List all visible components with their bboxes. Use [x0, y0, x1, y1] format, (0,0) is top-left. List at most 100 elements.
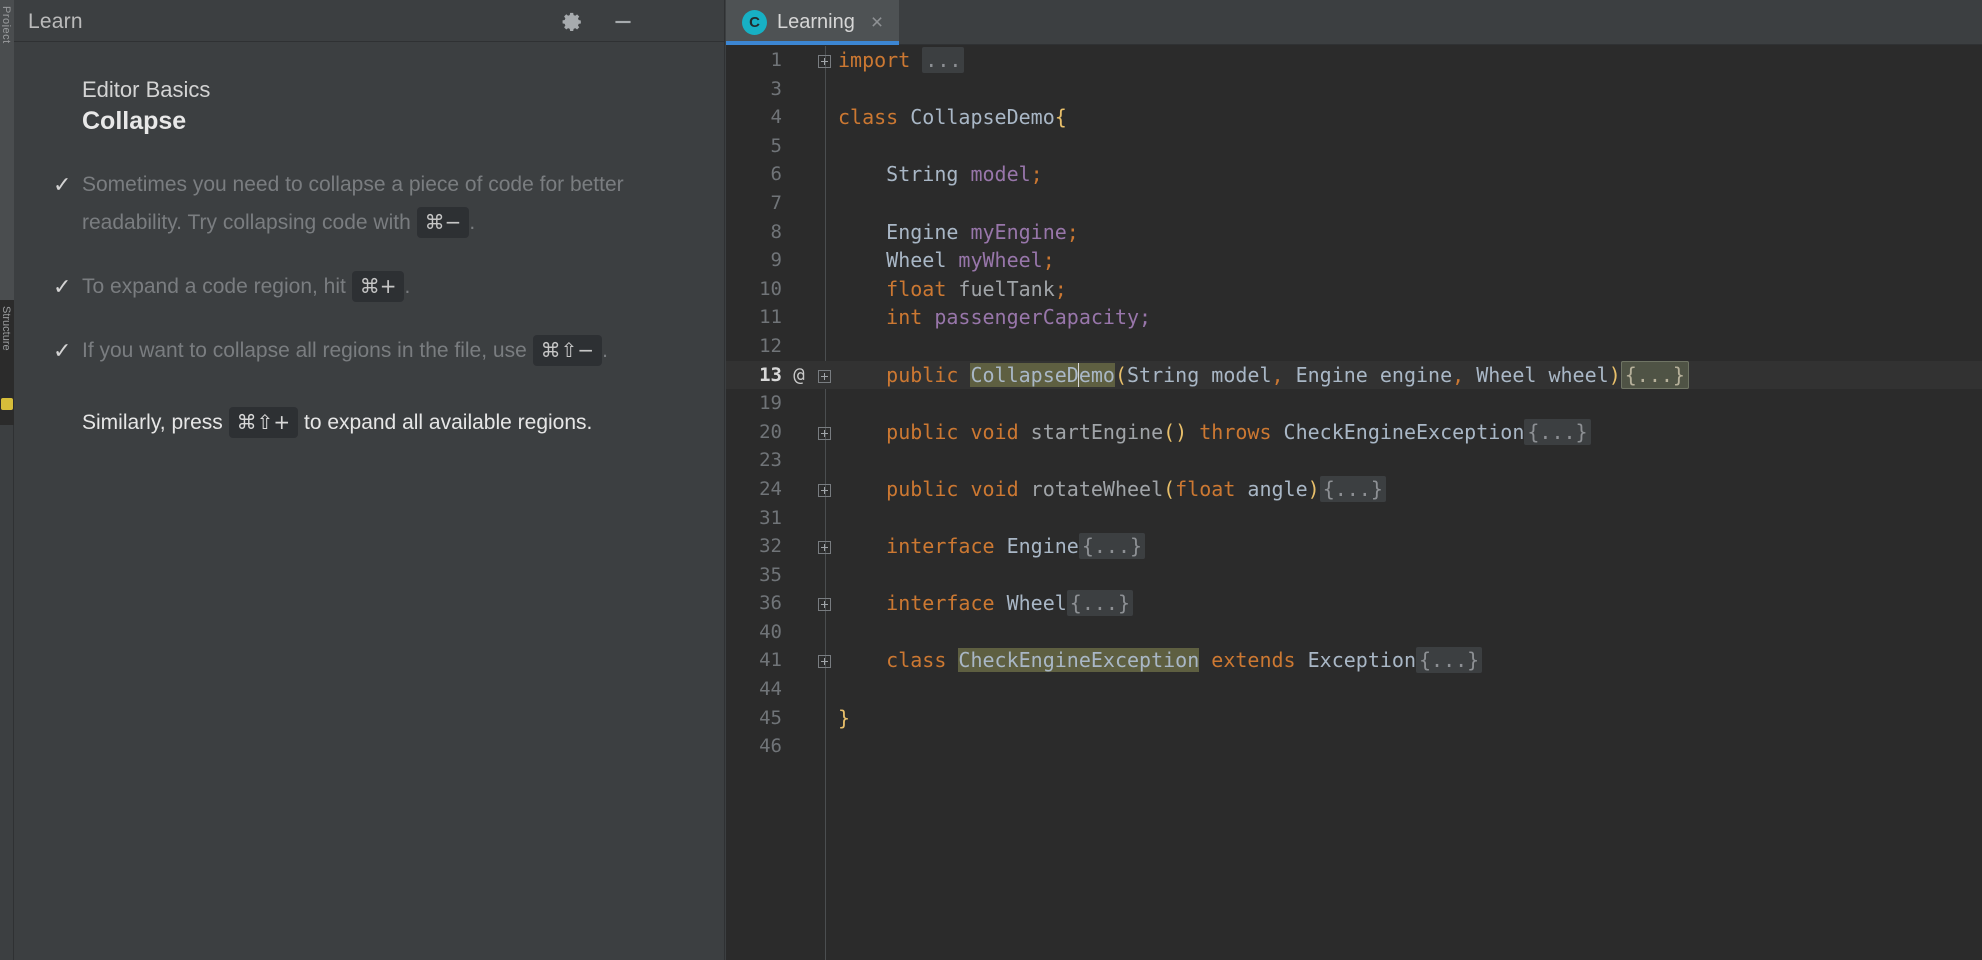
code-text: int passengerCapacity;	[838, 303, 1151, 332]
code-line[interactable]: 44	[726, 675, 1982, 704]
code-token: CollapseDemo	[898, 105, 1055, 130]
editor-tab-learning[interactable]: C Learning ×	[726, 0, 900, 45]
code-line[interactable]: 12	[726, 332, 1982, 361]
code-token: emo	[1078, 362, 1115, 387]
stripe-tab-structure[interactable]: Structure	[2, 306, 12, 396]
code-line[interactable]: 9 Wheel myWheel;	[726, 246, 1982, 275]
code-token: {...}	[1319, 475, 1386, 502]
code-token: rotateWheel	[1018, 476, 1164, 501]
line-number: 23	[759, 449, 782, 472]
code-line[interactable]: 6 String model;	[726, 160, 1982, 189]
code-token: public void	[838, 476, 1019, 501]
code-token: class	[838, 105, 899, 130]
code-line[interactable]: 3	[726, 75, 1982, 104]
lesson-title: Collapse	[82, 107, 187, 135]
check-icon: ✓	[53, 338, 72, 363]
line-number: 35	[759, 563, 782, 586]
code-token: Exception	[1295, 648, 1416, 673]
code-text: public void startEngine() throws CheckEn…	[838, 418, 1591, 447]
fold-expand-icon[interactable]	[818, 598, 831, 612]
fold-expand-icon[interactable]	[818, 483, 831, 497]
fold-expand-icon[interactable]	[818, 426, 831, 440]
final-note: Similarly, press ⌘⇧+ to expand all avail…	[82, 404, 691, 442]
code-line[interactable]: 41 class CheckEngineException extends Ex…	[726, 646, 1982, 675]
code-token: Wheel	[994, 591, 1067, 616]
task-shortcut: ⌘+	[351, 271, 405, 302]
check-icon: ✓	[53, 172, 72, 197]
code-line[interactable]: 23	[726, 446, 1982, 475]
code-token: (	[1114, 362, 1128, 387]
line-number: 19	[759, 392, 782, 415]
code-line[interactable]: 5	[726, 132, 1982, 161]
code-text: interface Wheel {...}	[838, 589, 1134, 618]
code-token: myEngine	[970, 219, 1067, 244]
fold-expand-icon[interactable]	[818, 369, 831, 383]
code-token: passengerCapacity	[922, 305, 1140, 330]
task-text: .	[469, 211, 476, 234]
code-line[interactable]: 4 class CollapseDemo{	[726, 103, 1982, 132]
code-line[interactable]: 19	[726, 389, 1982, 418]
task-text: To expand a code region, hit	[82, 275, 352, 298]
code-line[interactable]: 40	[726, 618, 1982, 647]
line-number: 46	[759, 735, 782, 758]
code-line[interactable]: 36 interface Wheel {...}	[726, 589, 1982, 618]
code-token: {...}	[1620, 360, 1689, 389]
fold-expand-icon[interactable]	[818, 55, 831, 68]
code-line[interactable]: 7	[726, 189, 1982, 218]
task-text: Sometimes you need to collapse a piece o…	[82, 173, 624, 234]
code-line[interactable]: 32 interface Engine {...}	[726, 532, 1982, 561]
code-token: ;	[1139, 305, 1152, 330]
code-line[interactable]: 24 public void rotateWheel(float angle){…	[726, 475, 1982, 504]
close-icon[interactable]: ×	[871, 11, 883, 35]
editor-area: C Learning × 1 import ... 3 4 class Collapse…	[726, 0, 1982, 960]
final-note-text: Similarly, press	[82, 411, 229, 434]
bulb-icon[interactable]	[1, 398, 13, 410]
gear-icon[interactable]	[559, 9, 585, 35]
editor-tab-label: Learning	[777, 11, 855, 33]
code-token: ;	[1030, 162, 1043, 187]
code-token: ,	[1271, 362, 1284, 387]
code-line[interactable]: 35	[726, 561, 1982, 590]
code-text: Wheel myWheel;	[838, 246, 1055, 275]
code-token: {...}	[1416, 647, 1483, 674]
code-line[interactable]: 45}	[726, 704, 1982, 733]
line-number: 41	[759, 649, 782, 672]
code-token: interface	[838, 534, 995, 559]
task-item: ✓ Sometimes you need to collapse a piece …	[48, 166, 691, 242]
code-token: extends	[1199, 648, 1296, 673]
code-token: interface	[838, 591, 995, 616]
code-token: float	[1175, 476, 1236, 501]
code-token: Engine	[994, 534, 1079, 559]
code-token: ;	[1054, 276, 1067, 301]
task-item: ✓ To expand a code region, hit ⌘+.	[48, 268, 691, 306]
stripe-tab-project[interactable]: Project	[2, 6, 12, 296]
fold-expand-icon[interactable]	[818, 541, 831, 555]
task-text: If you want to collapse all regions in t…	[82, 339, 533, 362]
code-line[interactable]: 20 public void startEngine() throws Chec…	[726, 418, 1982, 447]
code-token: Engine engine	[1283, 362, 1453, 387]
code-token: import	[838, 48, 911, 72]
code-token: ;	[1042, 248, 1055, 273]
line-number: 40	[759, 620, 782, 643]
code-token: (	[1163, 476, 1176, 501]
code-token: ,	[1452, 362, 1465, 387]
code-line[interactable]: 8 Engine myEngine;	[726, 218, 1982, 247]
code-line[interactable]: 31	[726, 504, 1982, 533]
line-number: 24	[759, 477, 782, 500]
fold-expand-icon[interactable]	[818, 655, 831, 669]
code-token: CheckEngineException	[1271, 419, 1525, 444]
code-token: CheckEngineException	[958, 648, 1200, 673]
annotation-gutter-icon[interactable]: @	[788, 361, 810, 390]
code-line[interactable]: 11 int passengerCapacity;	[726, 303, 1982, 332]
code-text: }	[838, 704, 850, 733]
code-line[interactable]: 10 float fuelTank;	[726, 275, 1982, 304]
code-line[interactable]: 46	[726, 732, 1982, 761]
code-editor[interactable]: 1 import ... 3 4 class CollapseDemo{5 6 Strin…	[726, 46, 1982, 960]
code-line[interactable]: 13 @ public CollapseDemo(String model, En…	[726, 360, 1982, 390]
tool-window-stripe[interactable]: Project Structure	[0, 0, 14, 960]
code-line[interactable]: 1 import ...	[726, 46, 1982, 75]
minimize-icon[interactable]	[610, 9, 636, 35]
